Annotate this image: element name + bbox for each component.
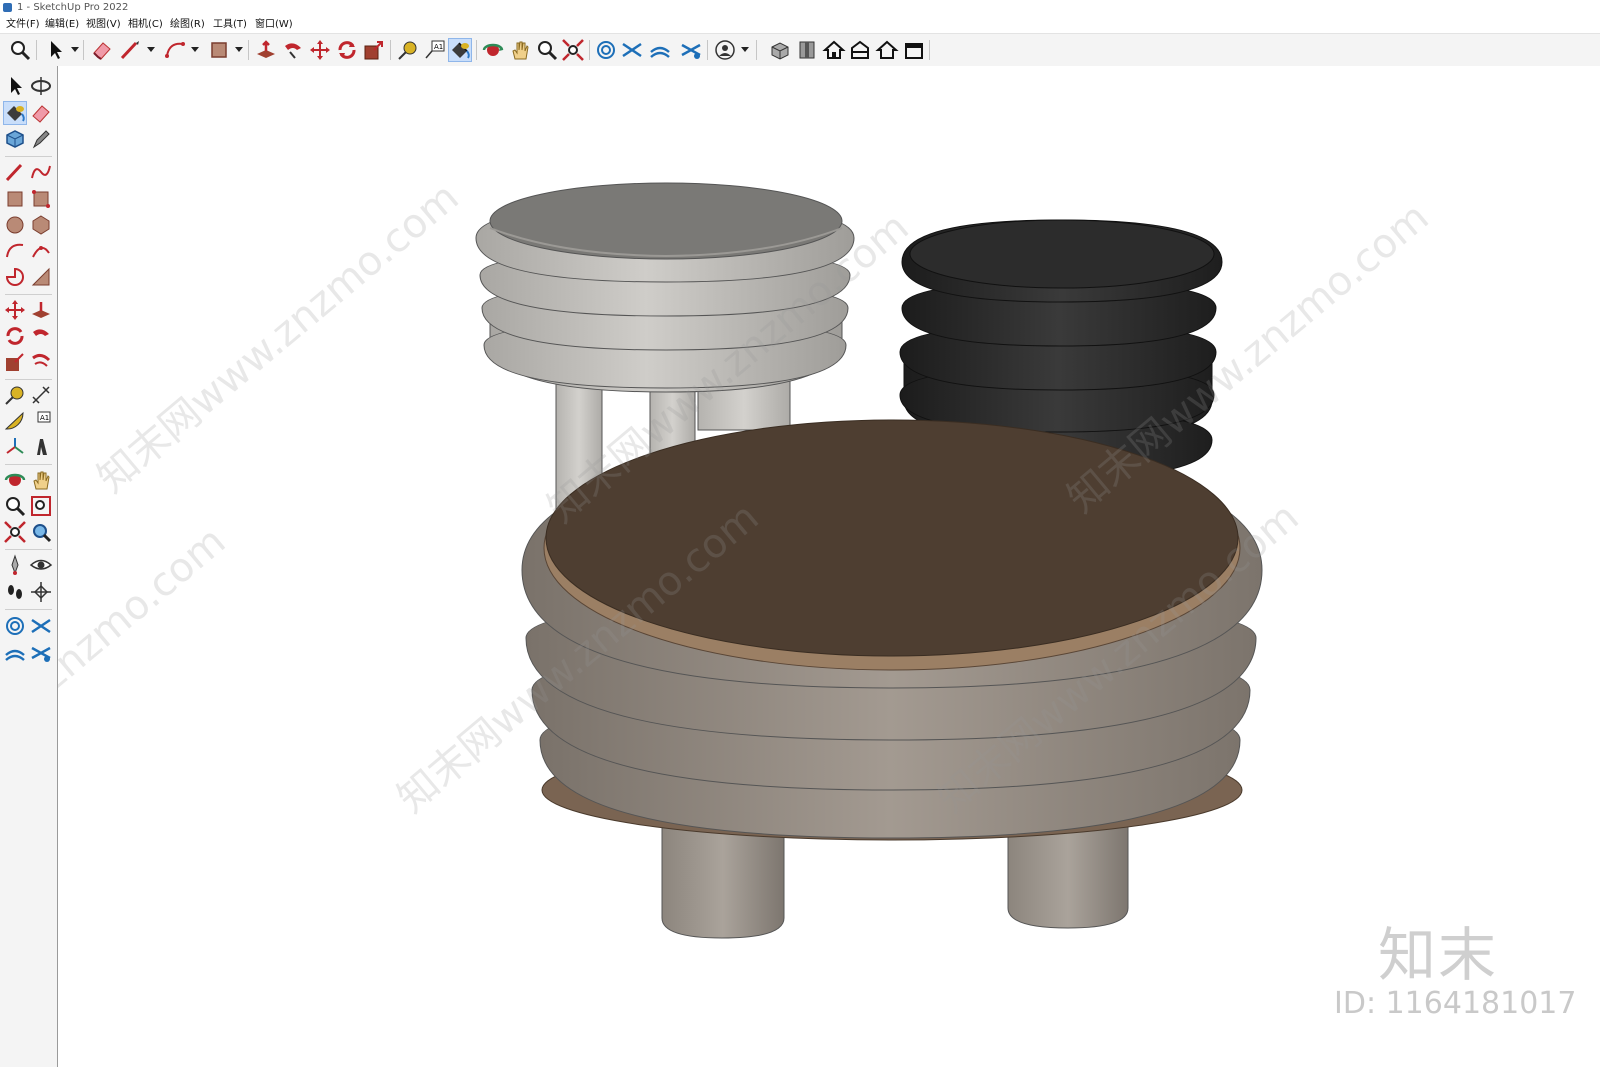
offset-icon[interactable] xyxy=(29,350,53,374)
title-bar: 1 - SketchUp Pro 2022 xyxy=(0,0,1600,16)
eraser-icon[interactable] xyxy=(90,38,114,62)
pie-icon[interactable] xyxy=(3,265,27,289)
three-d-text-icon[interactable] xyxy=(29,435,53,459)
paint-bucket-icon[interactable] xyxy=(3,101,27,125)
smoove-icon[interactable] xyxy=(3,641,27,665)
sandbox-from-contours-icon[interactable] xyxy=(3,614,27,638)
window-title: 1 - SketchUp Pro 2022 xyxy=(17,2,129,13)
brand-logo-text: 知末 xyxy=(1378,921,1499,989)
protractor-icon[interactable] xyxy=(3,409,27,433)
orbit-small-icon[interactable] xyxy=(29,74,53,98)
three-point-arc-icon[interactable] xyxy=(29,239,53,263)
zoom-extents-icon[interactable] xyxy=(3,520,27,544)
menu-view[interactable]: 视图(V) xyxy=(86,16,121,33)
walk-footprints-icon[interactable] xyxy=(3,580,27,604)
tag-pencil-icon[interactable] xyxy=(29,127,53,151)
freehand-icon[interactable] xyxy=(29,160,53,184)
scale-icon[interactable] xyxy=(3,350,27,374)
menu-bar: 文件(F) 编辑(E) 视图(V) 相机(C) 绘图(R) 工具(T) 窗口(W… xyxy=(0,16,1600,33)
rectangle-icon[interactable] xyxy=(3,187,27,211)
dimension-icon[interactable] xyxy=(29,383,53,407)
sandbox-from-scratch-icon[interactable] xyxy=(29,614,53,638)
previous-view-icon[interactable] xyxy=(29,520,53,544)
svg-text:A1: A1 xyxy=(40,414,49,422)
stamp-icon[interactable] xyxy=(679,38,703,62)
select-arrow-icon[interactable] xyxy=(3,74,27,98)
sandbox-from-contours-icon[interactable] xyxy=(594,38,618,62)
move-icon[interactable] xyxy=(3,298,27,322)
stamp-icon[interactable] xyxy=(29,641,53,665)
menu-draw[interactable]: 绘图(R) xyxy=(170,16,205,33)
select-arrow-icon[interactable] xyxy=(43,38,67,62)
pan-hand-icon[interactable] xyxy=(29,468,53,492)
zoom-extents-icon[interactable] xyxy=(561,38,585,62)
follow-me-icon[interactable] xyxy=(281,38,305,62)
user-profile-icon[interactable] xyxy=(713,38,737,62)
section-plane-icon[interactable] xyxy=(29,580,53,604)
select-dropdown-icon[interactable] xyxy=(71,47,79,52)
arc-dropdown-icon[interactable] xyxy=(191,47,199,52)
position-camera-icon[interactable] xyxy=(3,553,27,577)
two-point-arc-icon[interactable] xyxy=(29,265,53,289)
circle-icon[interactable] xyxy=(3,213,27,237)
move-icon[interactable] xyxy=(308,38,332,62)
rotate-icon[interactable] xyxy=(335,38,359,62)
sketchup-app-icon xyxy=(3,3,12,12)
zoom-window-icon[interactable] xyxy=(8,38,32,62)
pan-hand-icon[interactable] xyxy=(508,38,532,62)
main-toolbar: A1 xyxy=(0,33,1600,67)
tape-measure-icon[interactable] xyxy=(396,38,420,62)
front-view-icon[interactable] xyxy=(822,38,846,62)
menu-tools[interactable]: 工具(T) xyxy=(213,16,247,33)
push-pull-icon[interactable] xyxy=(29,298,53,322)
zoom-icon[interactable] xyxy=(3,494,27,518)
zoom-window-icon[interactable] xyxy=(29,494,53,518)
rotate-icon[interactable] xyxy=(3,324,27,348)
arc-icon[interactable] xyxy=(3,239,27,263)
orbit-icon[interactable] xyxy=(481,38,505,62)
look-around-eye-icon[interactable] xyxy=(29,553,53,577)
zoom-icon[interactable] xyxy=(535,38,559,62)
menu-camera[interactable]: 相机(C) xyxy=(128,16,163,33)
model-id-label: ID: 1164181017 xyxy=(1334,986,1577,1021)
axes-icon[interactable] xyxy=(3,435,27,459)
pencil-line-icon[interactable] xyxy=(3,160,27,184)
top-view-icon[interactable] xyxy=(795,38,819,62)
right-view-icon[interactable] xyxy=(848,38,872,62)
text-label-icon[interactable]: A1 xyxy=(423,38,447,62)
menu-file[interactable]: 文件(F) xyxy=(6,16,40,33)
sandbox-from-scratch-icon[interactable] xyxy=(620,38,644,62)
rotated-rectangle-icon[interactable] xyxy=(29,187,53,211)
iso-view-icon[interactable] xyxy=(768,38,792,62)
polygon-icon[interactable] xyxy=(29,213,53,237)
tape-measure-icon[interactable] xyxy=(3,383,27,407)
arc-icon[interactable] xyxy=(163,38,187,62)
rectangle-icon[interactable] xyxy=(207,38,231,62)
text-label-icon[interactable]: A1 xyxy=(29,409,53,433)
svg-text:A1: A1 xyxy=(434,43,443,51)
large-tool-set: A1 xyxy=(0,66,58,1067)
menu-edit[interactable]: 编辑(E) xyxy=(45,16,79,33)
user-profile-dropdown-icon[interactable] xyxy=(741,47,749,52)
orbit-icon[interactable] xyxy=(3,468,27,492)
smoove-icon[interactable] xyxy=(648,38,672,62)
back-view-icon[interactable] xyxy=(875,38,899,62)
line-dropdown-icon[interactable] xyxy=(147,47,155,52)
push-pull-icon[interactable] xyxy=(254,38,278,62)
menu-window[interactable]: 窗口(W) xyxy=(255,16,293,33)
follow-me-icon[interactable] xyxy=(29,324,53,348)
left-view-icon[interactable] xyxy=(902,38,926,62)
pencil-line-icon[interactable] xyxy=(118,38,142,62)
model-viewport[interactable]: 知末网www.znzmo.com 知末网www.znzmo.com 知末网www… xyxy=(58,66,1600,1067)
scale-icon[interactable] xyxy=(362,38,386,62)
eraser-icon[interactable] xyxy=(29,101,53,125)
component-icon[interactable] xyxy=(3,127,27,151)
rectangle-dropdown-icon[interactable] xyxy=(235,47,243,52)
paint-bucket-icon[interactable] xyxy=(448,38,472,62)
